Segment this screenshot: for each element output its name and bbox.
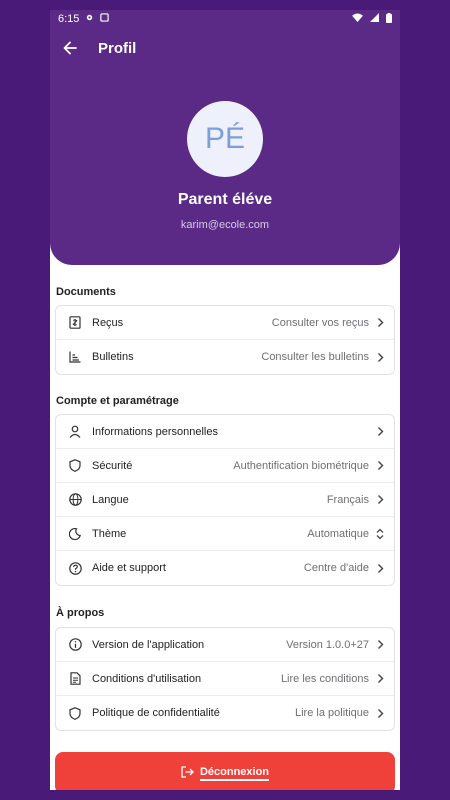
page-title: Profil [98, 39, 137, 57]
list-item-receipts[interactable]: Reçus Consulter vos reçus [56, 306, 394, 340]
row-label: Bulletins [92, 351, 134, 363]
row-value: Centre d'aide [303, 562, 369, 574]
back-arrow-icon[interactable] [58, 36, 82, 60]
list-item-personal-info[interactable]: Informations personnelles [56, 415, 394, 449]
chevron-right-icon [375, 707, 385, 719]
row-label: Politique de confidentialité [92, 707, 220, 719]
row-value: Lire les conditions [280, 672, 369, 685]
list-item-security[interactable]: Sécurité Authentification biométrique [56, 449, 394, 483]
row-label: Conditions d'utilisation [92, 672, 202, 685]
shield-icon [68, 459, 82, 473]
chevron-right-icon [375, 639, 385, 651]
document-icon [68, 672, 82, 686]
signal-icon [370, 13, 379, 25]
app-bar: Profil [50, 34, 400, 62]
documents-card: Reçus Consulter vos reçus Bulletins Cons… [55, 305, 395, 375]
avatar: PÉ [187, 101, 263, 177]
chevron-right-icon [375, 351, 385, 363]
list-item-bulletins[interactable]: Bulletins Consulter les bulletins [56, 340, 394, 374]
phone-screen: 6:15 Profil PÉ Parent éléve karim@ecole.… [50, 10, 400, 790]
row-value: Consulter vos reçus [271, 316, 369, 329]
row-value: Consulter les bulletins [261, 351, 369, 363]
chevron-right-icon [375, 460, 385, 472]
chevron-right-icon [375, 317, 385, 329]
row-value: Authentification biométrique [233, 459, 369, 472]
chevron-right-icon [375, 562, 385, 574]
row-label: Sécurité [92, 459, 133, 472]
status-time: 6:15 [58, 13, 80, 25]
moon-icon [68, 527, 82, 541]
list-item-language[interactable]: Langue Français [56, 483, 394, 517]
row-value: Lire la politique [295, 707, 369, 719]
sim-status-icon [100, 13, 110, 25]
about-card: Version de l'application Version 1.0.0+2… [55, 627, 395, 731]
list-item-help-support[interactable]: Aide et support Centre d'aide [56, 551, 394, 585]
account-settings-card: Informations personnelles Sécurité Authe… [55, 414, 395, 586]
profile-name: Parent éléve [177, 191, 273, 208]
list-item-app-version[interactable]: Version de l'application Version 1.0.0+2… [56, 628, 394, 662]
globe-icon [68, 493, 82, 507]
row-value: Version 1.0.0+27 [286, 638, 369, 651]
row-label: Reçus [92, 316, 124, 329]
logout-icon [181, 765, 194, 781]
section-title-documents: Documents [56, 286, 116, 298]
info-icon [68, 638, 82, 652]
row-label: Thème [92, 527, 127, 540]
wifi-icon [352, 13, 363, 25]
help-circle-icon [68, 561, 82, 575]
logout-button[interactable]: Déconnexion [55, 752, 395, 790]
section-title-about: À propos [56, 607, 105, 619]
logout-label: Déconnexion [199, 766, 270, 781]
chevron-right-icon [375, 673, 385, 685]
row-value: Automatique [307, 527, 369, 540]
row-label: Version de l'application [92, 638, 205, 651]
status-bar: 6:15 [50, 10, 400, 28]
list-item-theme[interactable]: Thème Automatique [56, 517, 394, 551]
chevron-updown-icon [375, 528, 385, 540]
bar-chart-icon [68, 350, 82, 364]
person-icon [68, 425, 82, 439]
row-label: Langue [92, 493, 129, 506]
chevron-right-icon [375, 426, 385, 438]
profile-header: 6:15 Profil PÉ Parent éléve karim@ecole.… [50, 10, 400, 265]
receipt-icon [68, 316, 82, 330]
battery-icon [386, 12, 392, 26]
list-item-privacy-policy[interactable]: Politique de confidentialité Lire la pol… [56, 696, 394, 730]
profile-email: karim@ecole.com [180, 219, 270, 231]
shield-icon [68, 706, 82, 720]
row-value: Français [326, 493, 369, 506]
list-item-terms[interactable]: Conditions d'utilisation Lire les condit… [56, 662, 394, 696]
row-label: Aide et support [92, 562, 166, 574]
section-title-account-settings: Compte et paramétrage [56, 395, 179, 407]
row-label: Informations personnelles [92, 425, 218, 438]
chevron-right-icon [375, 494, 385, 506]
settings-status-icon [85, 13, 94, 25]
